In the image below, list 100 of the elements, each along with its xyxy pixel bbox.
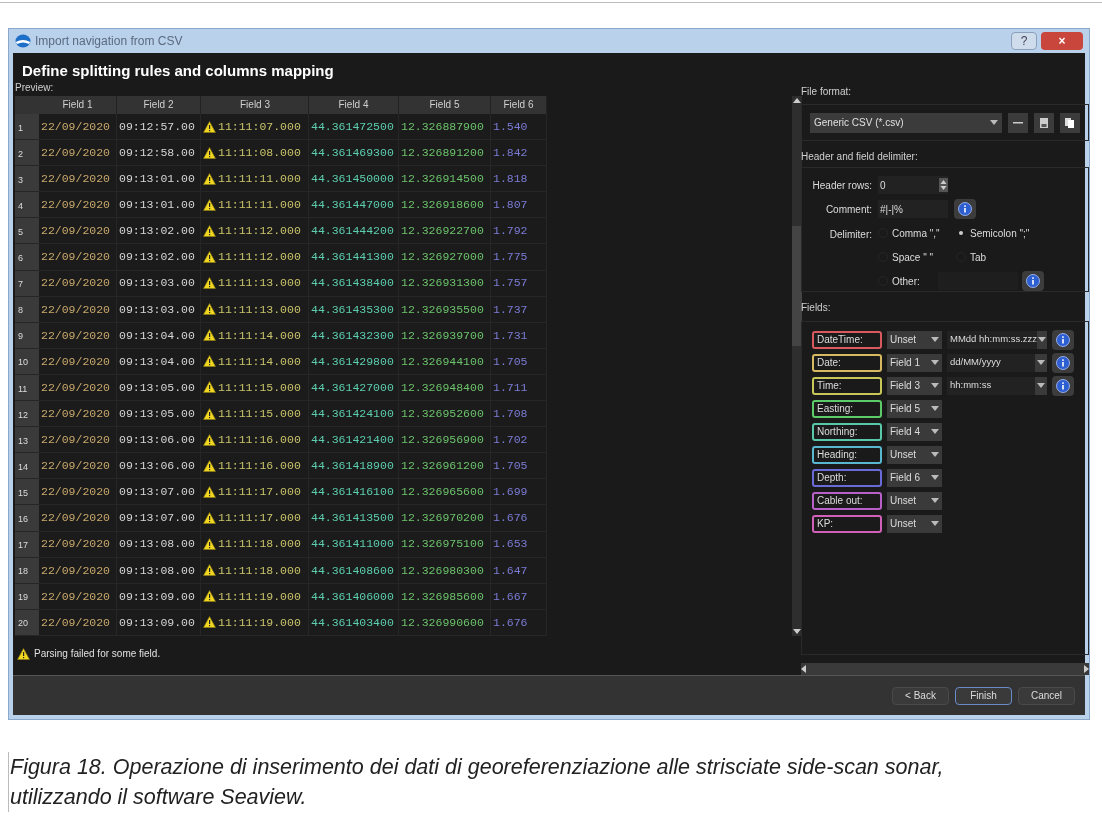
caret-icon xyxy=(931,383,939,389)
table-cell-text: 44.361469300 xyxy=(311,145,394,161)
row-number: 17 xyxy=(15,531,39,557)
table-cell-text: 12.326985600 xyxy=(401,588,484,605)
table-cell-text: 12.326944100 xyxy=(401,353,484,370)
help-button[interactable] xyxy=(1052,329,1074,350)
caret-icon xyxy=(1037,383,1045,389)
help-button[interactable] xyxy=(1052,352,1074,373)
table-cell-text: 44.361413500 xyxy=(311,510,394,527)
dialog-button[interactable]: Cancel xyxy=(1018,686,1075,705)
remove-button[interactable] xyxy=(1008,112,1028,133)
close-button[interactable]: × xyxy=(1041,32,1083,50)
format-dropdown[interactable]: MMdd hh:mm:ss.zzz xyxy=(947,330,1047,349)
radio-button[interactable]: Semicolon ";" xyxy=(956,224,1046,243)
table-cell-text: 11:11:18.000 xyxy=(218,562,301,579)
help-button[interactable] xyxy=(1021,271,1044,292)
table-cell-text: 1.699 xyxy=(493,484,528,501)
table-cell-text: 09:13:08.00 xyxy=(119,562,195,579)
table-cell-text: 44.361418900 xyxy=(311,458,394,475)
column-header: Field 2 xyxy=(117,96,201,114)
table-cell-text: 11:11:16.000 xyxy=(218,458,301,475)
warning-icon xyxy=(203,329,216,342)
column-dropdown[interactable]: Field 5 xyxy=(887,399,942,418)
row-number: 3 xyxy=(15,166,39,192)
table-cell-text: 1.540 xyxy=(493,118,528,135)
column-dropdown[interactable]: Field 6 xyxy=(887,468,942,487)
table-cell-text: 11:11:17.000 xyxy=(218,510,301,527)
caret-icon xyxy=(931,452,939,458)
table-cell-text: 1.711 xyxy=(493,379,528,396)
help-button[interactable]: ? xyxy=(1011,32,1037,50)
comment-field[interactable]: #|-|% xyxy=(878,200,948,219)
warning-icon xyxy=(203,120,216,133)
table-cell-text: 22/09/2020 xyxy=(41,301,110,318)
page-heading: Define splitting rules and columns mapping xyxy=(21,61,335,80)
field-mapping-label: Easting: xyxy=(812,399,882,418)
table-cell-text: 09:13:02.00 xyxy=(119,223,195,240)
vertical-scrollbar[interactable] xyxy=(792,96,802,636)
table-cell-text: 11:11:12.000 xyxy=(218,249,301,266)
format-dropdown[interactable]: Generic CSV (*.csv) xyxy=(810,112,1002,133)
radio-button[interactable]: Other: xyxy=(878,272,1046,291)
warning-icon xyxy=(203,224,216,237)
column-dropdown[interactable]: Unset xyxy=(887,330,942,349)
column-dropdown[interactable]: Unset xyxy=(887,445,942,464)
table-cell-text: 1.757 xyxy=(493,275,528,292)
table-cell-text: 12.326956900 xyxy=(401,432,484,449)
column-dropdown[interactable]: Field 1 xyxy=(887,353,942,372)
row-number: 4 xyxy=(15,192,39,218)
field-label: Comment: xyxy=(824,202,872,217)
table-cell-text: 12.326927000 xyxy=(401,249,484,266)
table-cell-text: 44.361438400 xyxy=(311,275,394,292)
help-button[interactable] xyxy=(954,199,976,220)
format-dropdown[interactable]: hh:mm:ss xyxy=(947,376,1047,395)
warning-icon xyxy=(203,303,216,316)
row-number: 7 xyxy=(15,270,39,296)
warning-icon xyxy=(203,485,216,498)
warning-icon xyxy=(203,251,216,263)
warning-icon xyxy=(17,647,30,660)
table-cell-text: 22/09/2020 xyxy=(41,536,110,553)
table-cell-text: 22/09/2020 xyxy=(41,118,110,135)
table-cell-text: 1.818 xyxy=(493,171,528,188)
table-cell-text: 09:13:01.00 xyxy=(119,171,195,188)
table-cell-text: 12.326961200 xyxy=(401,458,484,475)
copy-button[interactable] xyxy=(1060,112,1080,133)
table-cell-text: 09:12:58.00 xyxy=(119,145,195,161)
table-cell-text: 22/09/2020 xyxy=(41,223,110,240)
caret-icon xyxy=(931,429,939,435)
format-dropdown[interactable]: dd/MM/yyyy xyxy=(947,353,1047,372)
warning-icon xyxy=(203,616,216,629)
row-number: 20 xyxy=(15,609,39,635)
warning-icon xyxy=(203,172,216,185)
arrow-right-icon xyxy=(1084,665,1089,674)
radio-button[interactable]: Tab xyxy=(956,248,1046,267)
horizontal-scrollbar[interactable] xyxy=(801,663,1089,675)
table-cell-text: 22/09/2020 xyxy=(41,353,110,370)
radio-button[interactable]: Comma "," xyxy=(878,224,956,243)
warning-icon xyxy=(203,146,216,159)
scroll-thumb[interactable] xyxy=(792,226,802,346)
table-cell-text: 44.361432300 xyxy=(311,327,394,344)
dialog-button[interactable]: Finish xyxy=(955,686,1012,705)
table-cell-text: 12.326990600 xyxy=(401,614,484,631)
header-rows-spinbox[interactable]: 0 xyxy=(878,176,948,195)
warning-icon xyxy=(203,538,216,551)
help-button[interactable] xyxy=(1052,375,1074,396)
table-cell-text: 44.361435300 xyxy=(311,301,394,318)
table-cell-text: 1.807 xyxy=(493,197,528,214)
table-cell-text: 12.326970200 xyxy=(401,510,484,527)
column-dropdown[interactable]: Unset xyxy=(887,514,942,533)
table-cell-text: 22/09/2020 xyxy=(41,562,110,579)
radio-button[interactable]: Space " " xyxy=(878,248,956,267)
column-dropdown[interactable]: Field 3 xyxy=(887,376,942,395)
table-cell-text: 44.361403400 xyxy=(311,614,394,631)
table-cell-text: 1.792 xyxy=(493,223,528,240)
save-button[interactable] xyxy=(1034,112,1054,133)
column-dropdown[interactable]: Field 4 xyxy=(887,422,942,441)
dialog-button[interactable]: < Back xyxy=(892,686,949,705)
table-cell-text: 44.361450000 xyxy=(311,171,394,188)
field-mapping-label: Time: xyxy=(812,376,882,395)
table-cell-text: 09:13:04.00 xyxy=(119,353,195,370)
column-dropdown[interactable]: Unset xyxy=(887,491,942,510)
table-cell-text: 44.361444200 xyxy=(311,223,394,240)
